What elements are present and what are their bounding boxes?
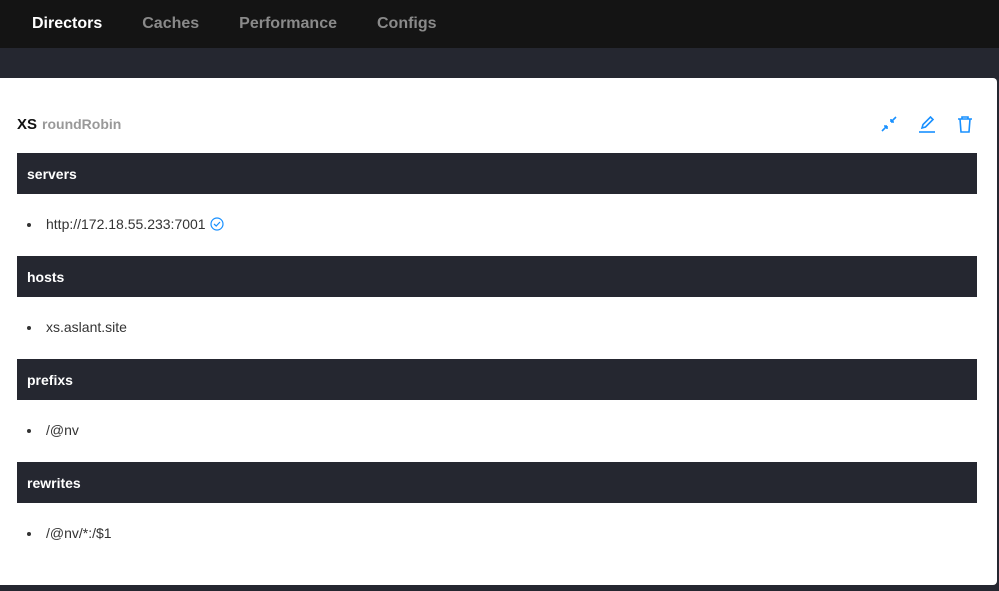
collapse-icon[interactable]: [879, 114, 899, 134]
section-title: servers: [17, 153, 977, 194]
director-card: XS roundRobin servers http://172.18.55.2…: [0, 78, 997, 585]
director-policy: roundRobin: [42, 116, 122, 132]
director-name: XS: [17, 115, 38, 133]
tab-performance[interactable]: Performance: [239, 15, 337, 33]
delete-icon[interactable]: [955, 114, 975, 134]
section-rewrites: rewrites /@nv/*:/$1: [17, 462, 977, 565]
section-title: hosts: [17, 256, 977, 297]
list-item: xs.aslant.site: [27, 319, 977, 335]
top-nav: Directors Caches Performance Configs: [0, 0, 999, 48]
list-item: http://172.18.55.233:7001: [27, 216, 977, 232]
tab-caches[interactable]: Caches: [142, 15, 199, 33]
edit-icon[interactable]: [917, 114, 937, 134]
director-header: XS roundRobin: [17, 114, 975, 134]
section-prefixs: prefixs /@nv: [17, 359, 977, 462]
check-circle-icon: [209, 217, 224, 231]
list-item: /@nv: [27, 422, 977, 438]
section-title: prefixs: [17, 359, 977, 400]
tab-configs[interactable]: Configs: [377, 15, 437, 33]
tab-directors[interactable]: Directors: [32, 15, 102, 33]
section-title: rewrites: [17, 462, 977, 503]
server-url: http://172.18.55.233:7001: [46, 216, 206, 232]
section-servers: servers http://172.18.55.233:7001: [17, 153, 977, 256]
section-hosts: hosts xs.aslant.site: [17, 256, 977, 359]
list-item: /@nv/*:/$1: [27, 525, 977, 541]
